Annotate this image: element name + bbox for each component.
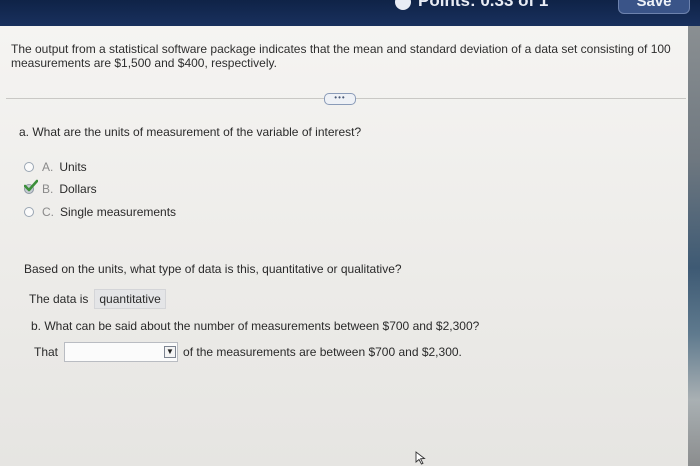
part-b-answer-row: That ▼ of the measurements are between $… <box>34 342 462 362</box>
that-label: That <box>34 345 59 359</box>
data-type-answer[interactable]: quantitative <box>94 289 166 309</box>
data-type-row: The data is quantitative <box>29 289 166 309</box>
option-letter: B. <box>42 182 54 196</box>
option-letter: C. <box>42 205 54 219</box>
radio-button-selected[interactable] <box>24 179 38 194</box>
option-text: Single measurements <box>60 205 177 219</box>
question-panel: The output from a statistical software p… <box>0 26 688 466</box>
expand-more-button[interactable]: ••• <box>324 93 356 105</box>
option-text: Dollars <box>59 182 97 196</box>
option-b[interactable]: B. Dollars <box>24 179 97 197</box>
part-a-prompt: a. What are the units of measurement of … <box>19 125 362 139</box>
dropdown-arrow-icon[interactable]: ▼ <box>164 346 177 358</box>
checkmark-icon <box>24 179 38 192</box>
background-photo-strip <box>688 26 700 466</box>
data-type-label: The data is <box>29 292 89 306</box>
data-type-prompt: Based on the units, what type of data is… <box>24 262 402 276</box>
radio-button[interactable] <box>24 162 34 172</box>
option-c[interactable]: C. Single measurements <box>24 204 176 220</box>
save-button[interactable]: Save <box>618 0 690 14</box>
part-b-tail-text: of the measurements are between $700 and… <box>183 345 462 359</box>
option-letter: A. <box>42 160 54 174</box>
radio-button[interactable] <box>24 207 34 217</box>
check-circle-icon <box>395 0 411 10</box>
points-label: Points: 0.33 of 1 <box>418 0 549 10</box>
option-text: Units <box>59 160 87 174</box>
part-b-prompt: b. What can be said about the number of … <box>31 319 480 333</box>
measurement-fraction-select[interactable]: ▼ <box>64 342 179 362</box>
option-a[interactable]: A. Units <box>24 159 87 175</box>
question-intro: The output from a statistical software p… <box>11 42 671 70</box>
mouse-cursor-icon <box>415 451 426 465</box>
